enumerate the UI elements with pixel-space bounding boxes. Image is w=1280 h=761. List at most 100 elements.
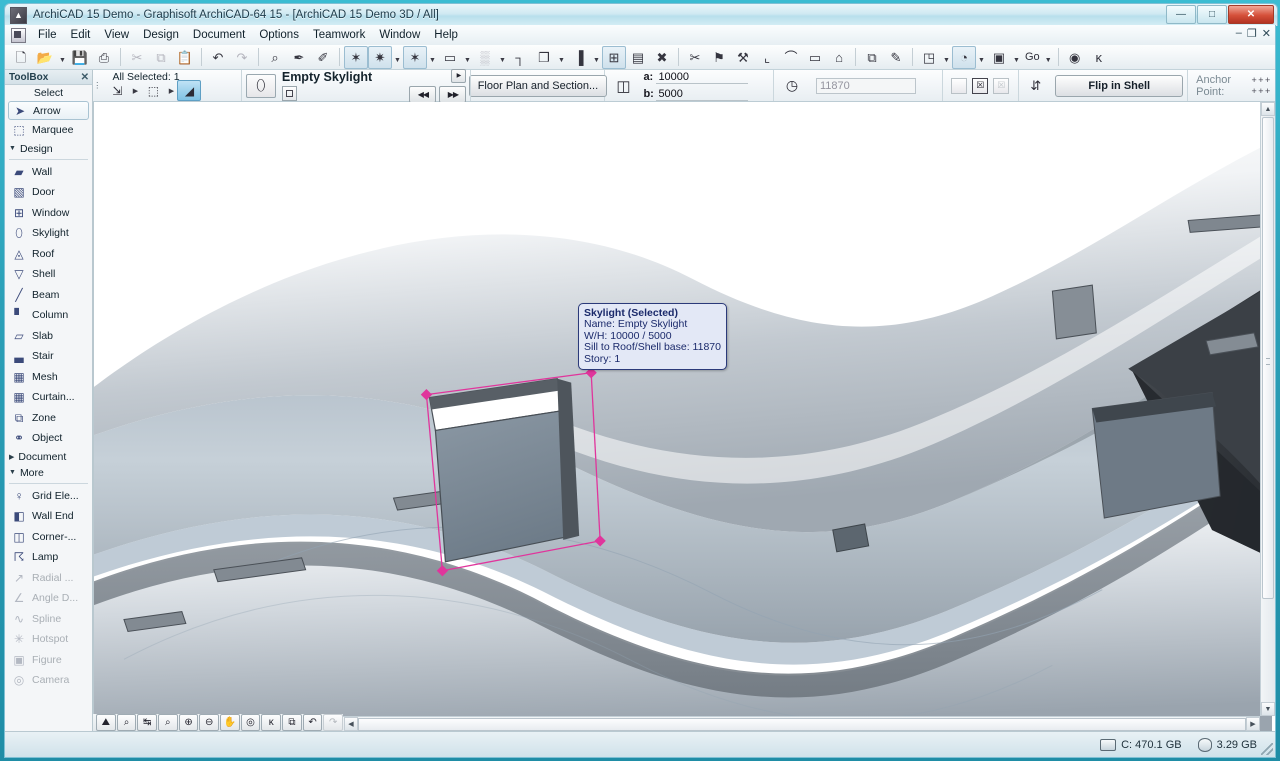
zoom-in-icon[interactable]: ⊕ xyxy=(178,714,199,731)
layout-view-icon[interactable]: ▣ xyxy=(987,46,1011,69)
toolbox-item-shell[interactable]: ▽ Shell xyxy=(5,264,92,285)
find-select-icon[interactable]: ⌕ xyxy=(263,46,287,69)
section-icon[interactable]: ✂ xyxy=(683,46,707,69)
toolbox-item-door[interactable]: ▧ Door xyxy=(5,182,92,203)
settings-square-icon[interactable] xyxy=(281,86,297,101)
eyedropper-icon[interactable]: ✒ xyxy=(287,46,311,69)
toolbox-item-column[interactable]: ▘ Column xyxy=(5,305,92,326)
scroll-up-button[interactable]: ▲ xyxy=(1261,102,1275,116)
menu-file[interactable]: File xyxy=(31,27,64,43)
corner-icon[interactable]: ┐ xyxy=(508,46,532,69)
magic-wand-icon[interactable]: ✶ xyxy=(344,45,368,69)
floor-plan-and-section-button[interactable]: Floor Plan and Section... xyxy=(468,74,607,97)
print-icon[interactable]: ⎙ xyxy=(92,46,116,69)
pen-chevron-down-icon[interactable]: ▼ xyxy=(591,47,602,68)
marquee-chevron-icon[interactable]: ▶ xyxy=(167,87,175,95)
fill-bucket-icon[interactable]: ◢ xyxy=(177,80,202,101)
magic-wand-settings-icon[interactable]: ✷ xyxy=(368,45,392,69)
element-info-icon[interactable]: ⊞ xyxy=(602,45,626,69)
scroll-down-button[interactable]: ▼ xyxy=(1261,702,1275,716)
menu-teamwork[interactable]: Teamwork xyxy=(306,27,372,43)
mdi-minimize-button[interactable]: – xyxy=(1236,27,1242,40)
marquee-icon[interactable]: ⬚ xyxy=(141,80,165,101)
menu-help[interactable]: Help xyxy=(427,27,465,43)
arrow-marquee-icon[interactable]: ⇲ xyxy=(105,80,129,101)
marker-icon[interactable]: ✎ xyxy=(884,46,908,69)
menu-view[interactable]: View xyxy=(97,27,136,43)
fit-in-window-icon[interactable]: ↹ xyxy=(137,714,158,731)
zoom-out-icon[interactable]: ⊖ xyxy=(199,714,220,731)
layout-chevron-down-icon[interactable]: ▼ xyxy=(1011,47,1022,68)
grid-chevron-down-icon[interactable]: ▼ xyxy=(497,47,508,68)
infobar-grip[interactable]: ⋮ xyxy=(93,70,101,101)
orbit-3d-icon[interactable]: ◎ xyxy=(240,714,261,731)
previous-favorite-button[interactable]: ◀◀ xyxy=(409,85,437,103)
toolbox-item-beam[interactable]: ╱ Beam xyxy=(5,285,92,306)
toolbox-group-design[interactable]: ▼ Design xyxy=(5,141,92,157)
curve-icon[interactable]: ⌒ xyxy=(779,46,803,69)
scroll-left-button[interactable]: ◀ xyxy=(344,717,358,731)
minimize-button[interactable]: — xyxy=(1166,5,1196,24)
elevation-icon[interactable]: ⚑ xyxy=(707,46,731,69)
vertical-scrollbar-thumb[interactable] xyxy=(1262,117,1274,599)
3d-model-canvas[interactable] xyxy=(94,102,1275,731)
go-label[interactable]: Go xyxy=(1022,51,1043,63)
menu-design[interactable]: Design xyxy=(136,27,186,43)
toolbox-item-object[interactable]: ⚭ Object xyxy=(5,428,92,449)
toolbox-item-corner-window[interactable]: ◫ Corner-... xyxy=(5,527,92,548)
floor-plan-chevron-down-icon[interactable]: ▼ xyxy=(941,47,952,68)
next-favorite-button[interactable]: ▶▶ xyxy=(439,85,467,103)
snap-chevron-down-icon[interactable]: ▼ xyxy=(427,47,438,68)
toolbox-item-curtain-wall[interactable]: ▦ Curtain... xyxy=(5,387,92,408)
toolbox-group-more[interactable]: ▼ More xyxy=(5,465,92,481)
previous-zoom-icon[interactable]: ⧉ xyxy=(282,714,302,731)
toolbox-item-wall[interactable]: ▰ Wall xyxy=(5,162,92,183)
go-chevron-down-icon[interactable]: ▼ xyxy=(1043,47,1054,68)
orbit-icon[interactable]: ⛰ xyxy=(96,714,116,731)
floor-plan-view-icon[interactable]: ◳ xyxy=(917,46,941,69)
worksheet-icon[interactable]: ⌞ xyxy=(755,46,779,69)
zoom-region-icon[interactable]: ⌕ xyxy=(158,714,178,731)
toolbox-group-document[interactable]: ▶ Document xyxy=(5,449,92,465)
arrow-chevron-icon[interactable]: ▶ xyxy=(131,87,139,95)
save-file-icon[interactable]: 💾 xyxy=(68,46,92,69)
3d-viewport[interactable]: Skylight (Selected) Name: Empty Skylight… xyxy=(93,102,1275,731)
syringe-icon[interactable]: ✐ xyxy=(311,46,335,69)
magic-wand-chevron-down-icon[interactable]: ▼ xyxy=(392,47,403,68)
3d-view-icon[interactable]: ◔ xyxy=(952,45,976,69)
open-file-chevron-down-icon[interactable]: ▼ xyxy=(57,47,68,68)
blank-toggle-icon[interactable] xyxy=(951,77,968,94)
globe-icon[interactable]: ◉ xyxy=(1063,46,1087,69)
detail-icon[interactable]: ⚒ xyxy=(731,46,755,69)
vertical-scrollbar[interactable]: ▲ ▼ xyxy=(1260,102,1275,716)
zoom-back-icon[interactable]: ↶ xyxy=(302,714,323,731)
measure-icon[interactable]: ▭ xyxy=(438,46,462,69)
toolbox-item-marquee[interactable]: ⬚ Marquee xyxy=(5,120,92,141)
toolbox-group-select[interactable]: Select xyxy=(5,85,92,101)
toolbox-item-slab[interactable]: ▱ Slab xyxy=(5,326,92,347)
mdi-restore-button[interactable]: ❐ xyxy=(1247,27,1257,40)
3d-view-chevron-down-icon[interactable]: ▼ xyxy=(976,47,987,68)
mdi-system-icon[interactable] xyxy=(11,27,26,43)
dimension-icon[interactable]: ▤ xyxy=(626,46,650,69)
zone-stamp-icon[interactable]: ⧉ xyxy=(860,46,884,69)
menu-options[interactable]: Options xyxy=(252,27,306,43)
sill-height-input[interactable] xyxy=(816,77,916,94)
undo-icon[interactable]: ↶ xyxy=(206,46,230,69)
crossed-box-icon[interactable]: ☒ xyxy=(972,77,989,94)
walk-icon[interactable]: ĸ xyxy=(261,714,282,731)
layers-icon[interactable]: ❐ xyxy=(532,46,556,69)
new-file-icon[interactable]: 🗋 xyxy=(9,46,33,69)
open-file-icon[interactable]: 📂 xyxy=(33,46,57,69)
toolbox-item-zone[interactable]: ⧉ Zone xyxy=(5,408,92,429)
maximize-button[interactable]: □ xyxy=(1197,5,1227,24)
home-icon[interactable]: ⌂ xyxy=(827,46,851,69)
favorites-icon[interactable]: ▶ xyxy=(451,68,467,83)
crossed-box-dim-icon[interactable]: ☒ xyxy=(993,77,1010,94)
menu-document[interactable]: Document xyxy=(186,27,252,43)
menu-window[interactable]: Window xyxy=(372,27,427,43)
pen-weight-icon[interactable]: ▐ xyxy=(567,46,591,69)
snap-icon[interactable]: ✶ xyxy=(403,45,427,69)
width-input[interactable] xyxy=(656,70,749,84)
toolbox-item-skylight[interactable]: ⬯ Skylight xyxy=(5,223,92,244)
